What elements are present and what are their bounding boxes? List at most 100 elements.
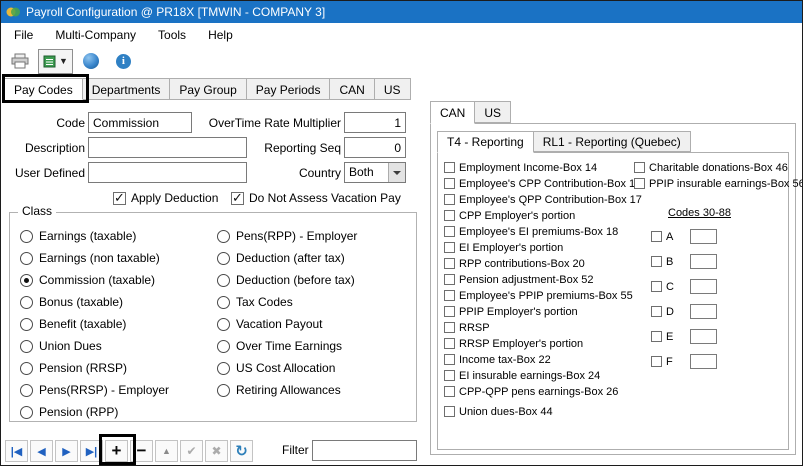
class-radio-option[interactable]: Deduction (before tax) <box>217 269 357 291</box>
code-checkbox[interactable] <box>651 331 662 342</box>
previous-record-button[interactable]: ◀ <box>30 440 53 462</box>
tab-rl1-reporting[interactable]: RL1 - Reporting (Quebec) <box>533 131 691 152</box>
nav-button-glyph: + <box>112 441 122 461</box>
t4-checkbox-item[interactable]: EI Employer's portion <box>444 241 642 254</box>
code-value-input[interactable] <box>690 304 717 319</box>
cancel-record-button[interactable]: ✖ <box>205 440 228 462</box>
code-input[interactable] <box>88 112 192 133</box>
apply-deduction-checkbox[interactable]: Apply Deduction <box>113 190 218 206</box>
tab-pay-codes[interactable]: Pay Codes <box>4 78 83 100</box>
class-radio-option[interactable]: Vacation Payout <box>217 313 357 335</box>
class-radio-option[interactable]: Earnings (non taxable) <box>20 247 169 269</box>
export-dropdown-button[interactable]: ▼ <box>38 49 73 74</box>
t4-checkbox-item[interactable]: PPIP Employer's portion <box>444 305 642 318</box>
last-record-button[interactable]: ▶| <box>80 440 103 462</box>
post-record-button[interactable]: ✔ <box>180 440 203 462</box>
checkbox-icon <box>634 178 645 189</box>
class-radio-option[interactable]: Pension (RRSP) <box>20 357 169 379</box>
t4-checkbox-item[interactable]: Charitable donations-Box 46 <box>634 161 803 174</box>
overtime-rate-multiplier-input[interactable] <box>344 112 406 133</box>
class-radio-option[interactable]: Tax Codes <box>217 291 357 313</box>
t4-checkbox-item[interactable]: Employee's CPP Contribution-Box 16 <box>444 177 642 190</box>
checkbox-label: Employee's PPIP premiums-Box 55 <box>459 290 633 302</box>
code-checkbox[interactable] <box>651 256 662 267</box>
t4-checkbox-item[interactable]: CPP-QPP pens earnings-Box 26 <box>444 385 642 398</box>
tab-departments[interactable]: Departments <box>82 78 171 100</box>
code-value-input[interactable] <box>690 279 717 294</box>
code-checkbox[interactable] <box>651 281 662 292</box>
sync-icon <box>83 53 99 69</box>
tab-pay-periods[interactable]: Pay Periods <box>246 78 331 100</box>
class-radio-option[interactable]: Benefit (taxable) <box>20 313 169 335</box>
class-radio-option[interactable]: Pens(RPP) - Employer <box>217 225 357 247</box>
checkbox-icon <box>444 290 455 301</box>
class-radio-option[interactable]: US Cost Allocation <box>217 357 357 379</box>
t4-checkbox-item[interactable]: EI insurable earnings-Box 24 <box>444 369 642 382</box>
radio-label: Union Dues <box>39 339 102 353</box>
menu-item-help[interactable]: Help <box>197 24 244 46</box>
country-select[interactable]: Both <box>344 162 406 183</box>
tab-can[interactable]: CAN <box>329 78 374 100</box>
t4-checkbox-item[interactable]: PPIP insurable earnings-Box 56 <box>634 177 803 190</box>
tab-t4-reporting[interactable]: T4 - Reporting <box>437 131 534 153</box>
radio-icon <box>20 252 33 265</box>
refresh-records-button[interactable]: ↻ <box>230 440 253 462</box>
t4-checkbox-item[interactable]: Employment Income-Box 14 <box>444 161 642 174</box>
delete-record-button[interactable]: − <box>130 440 153 462</box>
t4-checkbox-item[interactable]: Employee's PPIP premiums-Box 55 <box>444 289 642 302</box>
t4-checkbox-item[interactable]: Employee's QPP Contribution-Box 17 <box>444 193 642 206</box>
radio-icon <box>20 274 33 287</box>
reporting-seq-input[interactable] <box>344 137 406 158</box>
menu-item-file[interactable]: File <box>3 24 44 46</box>
next-record-button[interactable]: ▶ <box>55 440 78 462</box>
class-radio-option[interactable]: Commission (taxable) <box>20 269 169 291</box>
filter-label: Filter <box>282 443 309 457</box>
tab-us[interactable]: US <box>374 78 411 100</box>
t4-checkbox-item[interactable]: CPP Employer's portion <box>444 209 642 222</box>
code-value-input[interactable] <box>690 229 717 244</box>
sync-button[interactable] <box>78 49 105 74</box>
help-info-button[interactable] <box>110 49 137 74</box>
tab-pay-group[interactable]: Pay Group <box>169 78 246 100</box>
code-checkbox[interactable] <box>651 356 662 367</box>
class-radio-option[interactable]: Deduction (after tax) <box>217 247 357 269</box>
title-bar[interactable]: Payroll Configuration @ PR18X [TMWIN - C… <box>1 1 802 23</box>
class-radio-option[interactable]: Earnings (taxable) <box>20 225 169 247</box>
class-radio-option[interactable]: Union Dues <box>20 335 169 357</box>
t4-checkbox-item[interactable]: Pension adjustment-Box 52 <box>444 273 642 286</box>
menu-item-tools[interactable]: Tools <box>147 24 197 46</box>
code-value-input[interactable] <box>690 254 717 269</box>
class-radio-option[interactable]: Pension (RPP) <box>20 401 169 423</box>
nav-button-glyph: ▶ <box>62 445 70 458</box>
class-radio-option[interactable]: Pens(RRSP) - Employer <box>20 379 169 401</box>
print-button[interactable] <box>6 49 33 74</box>
t4-checkbox-item[interactable]: Union dues-Box 44 <box>444 405 642 418</box>
radio-label: US Cost Allocation <box>236 361 335 375</box>
add-record-button[interactable]: + <box>105 440 128 462</box>
t4-checkbox-item[interactable]: Employee's EI premiums-Box 18 <box>444 225 642 238</box>
code-checkbox[interactable] <box>651 306 662 317</box>
first-record-button[interactable]: |◀ <box>5 440 28 462</box>
do-not-assess-vacation-pay-checkbox[interactable]: Do Not Assess Vacation Pay <box>231 190 401 206</box>
edit-record-button[interactable]: ▲ <box>155 440 178 462</box>
t4-checkbox-item[interactable]: Income tax-Box 22 <box>444 353 642 366</box>
filter-input[interactable] <box>312 440 417 461</box>
radio-icon <box>217 274 230 287</box>
chevron-down-icon[interactable] <box>388 163 405 182</box>
tab-can-reporting[interactable]: CAN <box>430 101 475 124</box>
country-tab-strip: CAN US <box>430 101 511 124</box>
code-value-input[interactable] <box>690 329 717 344</box>
checkbox-icon <box>444 194 455 205</box>
do-not-assess-vacation-pay-label: Do Not Assess Vacation Pay <box>249 191 401 205</box>
t4-checkbox-item[interactable]: RRSP <box>444 321 642 334</box>
t4-checkbox-item[interactable]: RRSP Employer's portion <box>444 337 642 350</box>
code-checkbox[interactable] <box>651 231 662 242</box>
menu-item-multi-company[interactable]: Multi-Company <box>44 24 147 46</box>
class-radio-option[interactable]: Bonus (taxable) <box>20 291 169 313</box>
t4-checkbox-item[interactable]: RPP contributions-Box 20 <box>444 257 642 270</box>
tab-us-reporting[interactable]: US <box>474 101 511 123</box>
radio-icon <box>217 340 230 353</box>
class-radio-option[interactable]: Over Time Earnings <box>217 335 357 357</box>
code-value-input[interactable] <box>690 354 717 369</box>
class-radio-option[interactable]: Retiring Allowances <box>217 379 357 401</box>
